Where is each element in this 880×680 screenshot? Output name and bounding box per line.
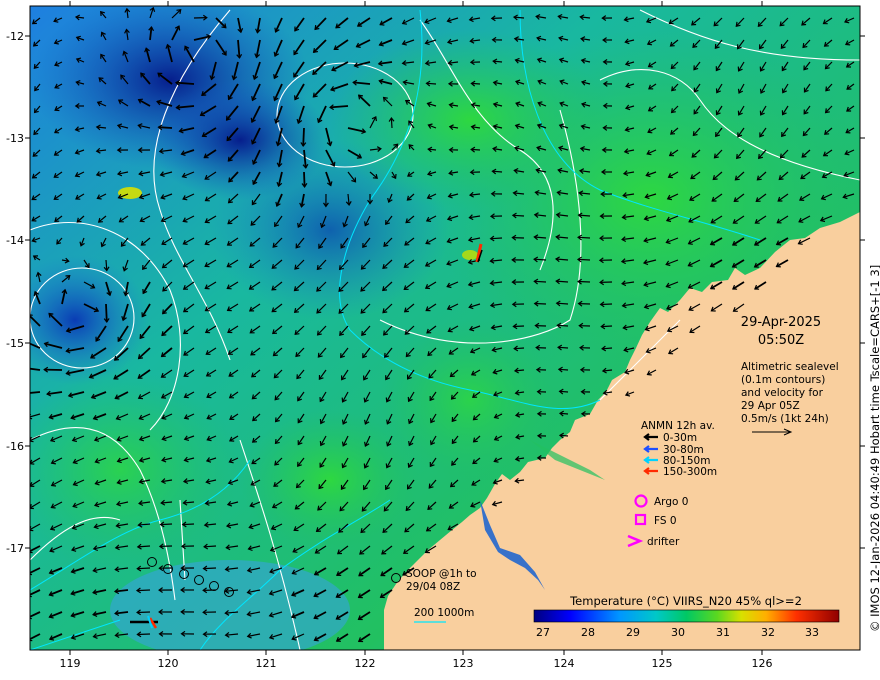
x-tick-label: 121 bbox=[256, 657, 277, 670]
altimetry-line: (0.1m contours) bbox=[741, 374, 825, 386]
velocity-arrow bbox=[600, 303, 613, 306]
velocity-arrow bbox=[203, 567, 217, 570]
altimetry-line: 0.5m/s (1kt 24h) bbox=[741, 413, 829, 425]
velocity-arrow bbox=[534, 258, 547, 261]
isobath-label: 200 1000m bbox=[414, 607, 474, 619]
colorbar-tick: 28 bbox=[581, 626, 595, 639]
x-tick-label: 123 bbox=[453, 657, 474, 670]
y-tick-label: -17 bbox=[6, 542, 24, 555]
velocity-arrow bbox=[303, 171, 306, 187]
colorbar-title: Temperature (°C) VIIRS_N20 45% ql>=2 bbox=[569, 594, 802, 608]
colorbar-tick: 32 bbox=[761, 626, 775, 639]
fs-label: FS 0 bbox=[654, 515, 677, 527]
anmn-legend-title: ANMN 12h av. bbox=[641, 420, 715, 432]
x-tick-label: 125 bbox=[652, 657, 673, 670]
velocity-arrow bbox=[534, 302, 547, 305]
velocity-arrow bbox=[578, 280, 591, 283]
velocity-arrow bbox=[578, 236, 591, 239]
map-date: 29-Apr-2025 bbox=[741, 315, 821, 330]
soop-line2: 29/04 08Z bbox=[406, 581, 460, 593]
x-tick-label: 120 bbox=[158, 657, 179, 670]
altimetry-line: Altimetric sealevel bbox=[741, 361, 839, 373]
sst-map: 119 120 121 122 123 124 125 126 -12 -13 … bbox=[6, 1, 880, 670]
x-tick-label: 119 bbox=[60, 657, 81, 670]
velocity-arrowhead bbox=[25, 366, 29, 371]
y-tick-label: -15 bbox=[6, 337, 24, 350]
velocity-arrow bbox=[137, 567, 151, 570]
map-time: 05:50Z bbox=[758, 333, 804, 348]
y-tick-label: -16 bbox=[6, 440, 24, 453]
y-tick-label: -12 bbox=[6, 30, 24, 43]
colorbar-tick: 33 bbox=[805, 626, 819, 639]
velocity-arrow bbox=[513, 325, 525, 328]
velocity-arrow bbox=[182, 523, 195, 526]
soop-line1: SOOP @1h to bbox=[406, 568, 477, 580]
altimetry-line: 29 Apr 05Z bbox=[741, 400, 800, 412]
colorbar-tick: 27 bbox=[536, 626, 550, 639]
velocity-arrow bbox=[204, 545, 217, 548]
velocity-arrow bbox=[577, 258, 591, 261]
velocity-arrow bbox=[137, 633, 151, 636]
altimetry-line: and velocity for bbox=[741, 387, 824, 399]
y-tick-label: -14 bbox=[6, 234, 24, 247]
x-tick-label: 122 bbox=[355, 657, 376, 670]
y-tick-label: -13 bbox=[6, 132, 24, 145]
colorbar-tick: 31 bbox=[716, 626, 730, 639]
svg-text:0-30m: 0-30m bbox=[663, 432, 697, 444]
velocity-arrow bbox=[302, 127, 305, 147]
velocity-arrow bbox=[137, 611, 151, 614]
colorbar-tick: 30 bbox=[671, 626, 685, 639]
drifter-label: drifter bbox=[647, 536, 680, 548]
velocity-arrow bbox=[534, 280, 547, 283]
argo-label: Argo 0 bbox=[654, 496, 688, 508]
ocean-field bbox=[25, 6, 860, 650]
x-tick-label: 124 bbox=[554, 657, 575, 670]
x-tick-label: 126 bbox=[752, 657, 773, 670]
velocity-arrow bbox=[136, 589, 151, 592]
svg-text:150-300m: 150-300m bbox=[663, 466, 717, 478]
credit-text: © IMOS 12-Jan-2026 04:40:49 Hobart time … bbox=[868, 265, 880, 632]
velocity-arrow bbox=[160, 523, 173, 526]
velocity-arrow bbox=[105, 303, 108, 323]
velocity-arrow bbox=[158, 126, 173, 129]
colorbar-tick: 29 bbox=[626, 626, 640, 639]
colorbar-ramp bbox=[533, 609, 840, 623]
